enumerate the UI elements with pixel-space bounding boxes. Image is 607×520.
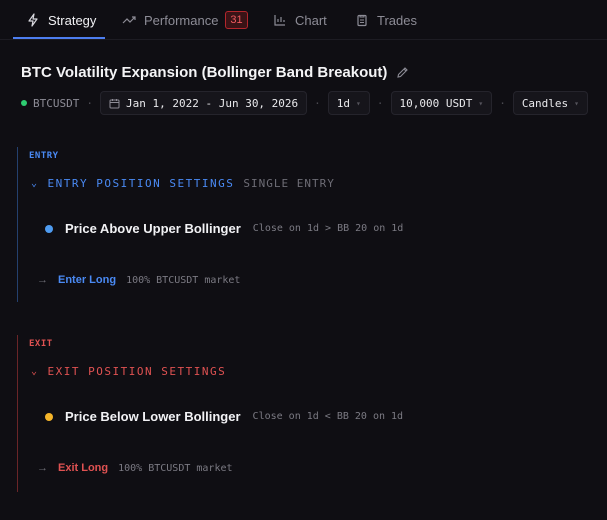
arrow-right-icon: → <box>37 462 48 474</box>
tab-performance[interactable]: Performance 31 <box>122 0 248 40</box>
entry-section-bar <box>17 147 18 302</box>
chart-type-value: Candles <box>521 96 569 110</box>
tab-chart[interactable]: Chart <box>273 0 327 40</box>
exit-action-label: Exit Long <box>58 462 109 474</box>
exit-condition-desc: Close on 1d < BB 20 on 1d <box>252 411 404 422</box>
exit-condition[interactable]: Price Below Lower Bollinger Close on 1d … <box>45 409 403 424</box>
entry-condition-desc: Close on 1d > BB 20 on 1d <box>252 223 404 234</box>
active-tab-indicator <box>13 37 105 39</box>
edit-pencil-icon[interactable] <box>396 66 409 79</box>
strategy-settings-row: BTCUSDT · Jan 1, 2022 - Jun 30, 2026 · 1… <box>21 91 588 115</box>
entry-section: ENTRY ⌄ ENTRY POSITION SETTINGS SINGLE E… <box>17 147 577 302</box>
tab-chart-label: Chart <box>295 12 327 28</box>
date-range-picker[interactable]: Jan 1, 2022 - Jun 30, 2026 <box>99 91 308 115</box>
entry-subheading: SINGLE ENTRY <box>243 177 335 190</box>
separator-dot: · <box>376 96 384 110</box>
entry-condition-name: Price Above Upper Bollinger <box>65 221 241 236</box>
trending-icon <box>122 13 136 27</box>
exit-section: EXIT ⌄ EXIT POSITION SETTINGS Price Belo… <box>17 335 577 492</box>
chevron-down-icon: ▾ <box>356 98 361 108</box>
exit-action-detail: 100% BTCUSDT market <box>118 462 233 474</box>
tab-bar: Strategy Performance 31 Chart Trades <box>0 0 607 40</box>
exit-action[interactable]: → Exit Long 100% BTCUSDT market <box>37 462 233 474</box>
condition-bullet <box>45 224 53 233</box>
chevron-down-icon: ▾ <box>478 98 484 108</box>
chevron-down-icon: ⌄ <box>31 178 39 189</box>
performance-count-badge: 31 <box>225 11 248 29</box>
entry-action-detail: 100% BTCUSDT market <box>126 274 241 286</box>
capital-select[interactable]: 10,000 USDT ▾ <box>390 91 493 115</box>
chevron-down-icon: ⌄ <box>31 366 39 377</box>
date-range-value: Jan 1, 2022 - Jun 30, 2026 <box>125 96 299 110</box>
capital-value: 10,000 USDT <box>399 96 473 110</box>
separator-dot: · <box>314 96 321 110</box>
chevron-down-icon: ▾ <box>574 98 579 108</box>
entry-settings-toggle[interactable]: ⌄ ENTRY POSITION SETTINGS SINGLE ENTRY <box>31 177 335 190</box>
status-dot <box>21 100 27 106</box>
exit-settings-toggle[interactable]: ⌄ EXIT POSITION SETTINGS <box>31 365 226 378</box>
tab-strategy-label: Strategy <box>48 12 97 28</box>
entry-label: ENTRY <box>29 151 59 161</box>
interval-select[interactable]: 1d ▾ <box>327 91 370 115</box>
strategy-title-row: BTC Volatility Expansion (Bollinger Band… <box>21 64 409 81</box>
chart-icon <box>273 13 287 27</box>
tab-strategy[interactable]: Strategy <box>26 0 96 40</box>
bolt-icon <box>26 13 40 27</box>
clipboard-icon <box>355 13 369 27</box>
tab-performance-label: Performance <box>144 12 219 28</box>
strategy-title: BTC Volatility Expansion (Bollinger Band… <box>21 64 388 81</box>
exit-label: EXIT <box>29 339 53 349</box>
exit-heading: EXIT POSITION SETTINGS <box>47 365 227 378</box>
arrow-right-icon: → <box>37 274 48 286</box>
exit-section-bar <box>17 335 18 492</box>
separator-dot: · <box>86 96 93 110</box>
symbol-label: BTCUSDT <box>33 96 80 110</box>
tab-trades[interactable]: Trades <box>355 0 417 40</box>
tab-trades-label: Trades <box>377 12 417 28</box>
entry-condition[interactable]: Price Above Upper Bollinger Close on 1d … <box>45 221 403 236</box>
separator-dot: · <box>499 96 506 110</box>
condition-bullet <box>45 412 53 421</box>
interval-value: 1d <box>336 96 351 110</box>
exit-condition-name: Price Below Lower Bollinger <box>65 409 241 424</box>
entry-heading: ENTRY POSITION SETTINGS <box>47 177 235 190</box>
chart-type-select[interactable]: Candles ▾ <box>512 91 588 115</box>
calendar-icon <box>109 98 120 109</box>
entry-action[interactable]: → Enter Long 100% BTCUSDT market <box>37 274 240 286</box>
entry-action-label: Enter Long <box>58 274 117 286</box>
